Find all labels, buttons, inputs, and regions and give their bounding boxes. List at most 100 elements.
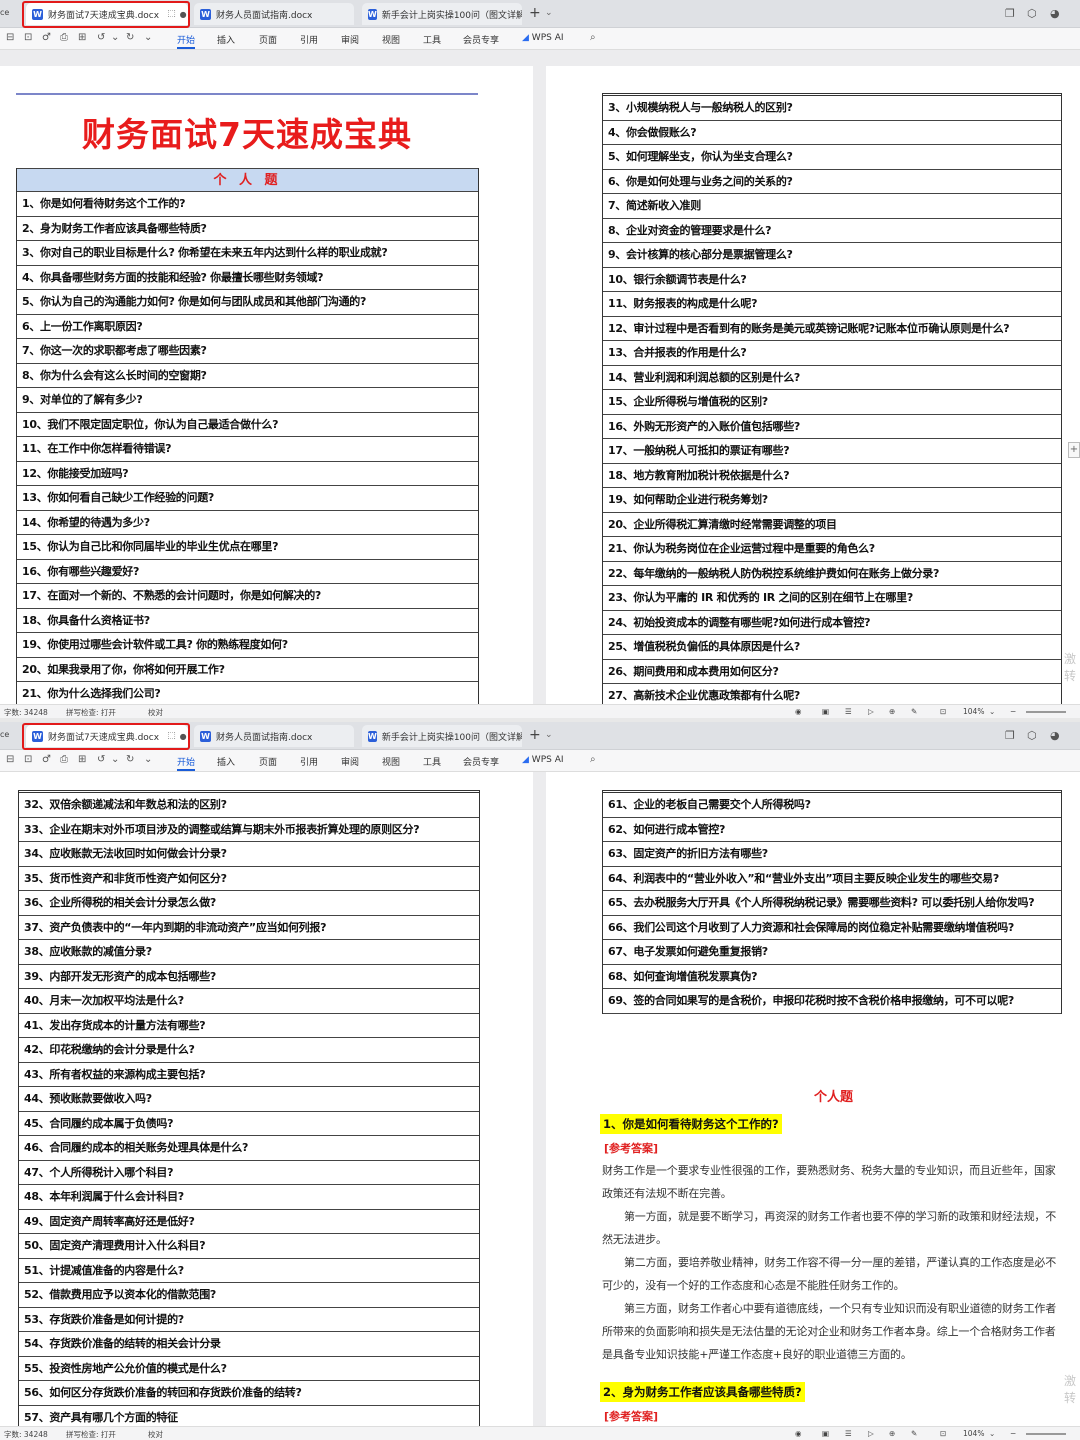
search-icon[interactable]: ⌕ [590,32,596,43]
table-row: 41、发出存货成本的计量方法有哪些? [19,1014,479,1038]
export-icon[interactable]: ♂ [42,754,51,765]
web-view-icon[interactable]: ⊕ [889,1429,895,1438]
tab-active-doc[interactable]: W 财务面试7天速成宝典.docx ⬚ ● [26,725,188,747]
undo-icon[interactable]: ↺ [97,32,105,43]
user-avatar-icon[interactable]: ◕ [1050,729,1060,742]
zoom-out-icon[interactable]: − [1010,707,1016,716]
menu-start[interactable]: 开始 [177,33,196,49]
table-row: 12、你能接受加班吗? [17,462,478,486]
chevron-down-icon[interactable]: ⌄ [545,730,553,740]
menu-member[interactable]: 会员专享 [463,33,499,46]
menu-reference[interactable]: 引用 [300,755,318,768]
settings-cube-icon[interactable]: ⬡ [1027,7,1037,20]
zoom-slider[interactable] [1026,1433,1066,1435]
save-icon[interactable]: ⊡ [24,754,32,765]
menu-review[interactable]: 审阅 [341,33,359,46]
restore-window-icon[interactable]: ❐ [1005,7,1015,20]
tab-doc-2[interactable]: W 财务人员面试指南.docx [194,3,354,25]
menu-view[interactable]: 视图 [382,755,400,768]
zoom-slider[interactable] [1026,711,1066,713]
redo-icon[interactable]: ↻ [126,32,134,43]
word-doc-icon: W [368,730,377,742]
proofread-status[interactable]: 校对 [148,1429,163,1440]
proofread-status[interactable]: 校对 [148,707,163,718]
undo-icon[interactable]: ↺ [97,754,105,765]
eye-protect-icon[interactable]: ◉ [795,1429,802,1438]
play-icon[interactable]: ▷ [868,707,874,716]
watermark: 激 转 [1064,1374,1077,1405]
wps-ai-button[interactable]: ◢ WPS AI [522,33,564,43]
watermark: 激 转 [1064,652,1077,683]
outline-view-icon[interactable]: ☰ [845,707,852,716]
chevron-down-icon[interactable]: ⌄ [545,8,553,18]
eye-protect-icon[interactable]: ◉ [795,707,802,716]
table-row: 5、如何理解坐支，你认为坐支合理么? [603,145,1061,170]
table-row: 52、借款费用应予以资本化的借款范围? [19,1283,479,1308]
tab-doc-3[interactable]: W 新手会计上岗实操100问（图文详解） [362,725,522,747]
search-icon[interactable]: ⌕ [590,754,596,765]
menu-page[interactable]: 页面 [259,755,277,768]
web-view-icon[interactable]: ⊕ [889,707,895,716]
tab-doc-3[interactable]: W 新手会计上岗实操100问（图文详解） [362,3,522,25]
menu-insert[interactable]: 插入 [217,755,235,768]
menu-insert[interactable]: 插入 [217,33,235,46]
menu-review[interactable]: 审阅 [341,755,359,768]
menu-view[interactable]: 视图 [382,33,400,46]
undo-dropdown-icon[interactable]: ⌄ [111,32,119,43]
more-dropdown-icon[interactable]: ⌄ [144,754,152,765]
table-row: 12、审计过程中是否看到有的账务是美元或英镑记账呢?记账本位币确认原则是什么? [603,317,1061,341]
more-dropdown-icon[interactable]: ⌄ [144,32,152,43]
table-row: 26、期间费用和成本费用如何区分? [603,660,1061,684]
fit-page-icon[interactable]: ⊡ [940,1429,946,1438]
menu-page[interactable]: 页面 [259,33,277,46]
print-icon[interactable]: ⎙ [60,32,68,43]
outline-view-icon[interactable]: ☰ [845,1429,852,1438]
menu-file-icon[interactable]: ⊟ [6,32,14,43]
spell-check-status[interactable]: 拼写检查: 打开 [66,707,116,718]
play-icon[interactable]: ▷ [868,1429,874,1438]
zoom-out-icon[interactable]: − [1010,1429,1016,1438]
table-row: 44、预收账款要做收入吗? [19,1087,479,1112]
print-icon[interactable]: ⎙ [60,754,68,765]
undo-dropdown-icon[interactable]: ⌄ [111,754,119,765]
wps-ai-button[interactable]: ◢ WPS AI [522,755,564,765]
expand-side-icon[interactable]: + [1068,442,1080,458]
restore-window-icon[interactable]: ❐ [1005,729,1015,742]
preview-icon[interactable]: ⊞ [78,754,86,765]
page-view-icon[interactable]: ▣ [822,1429,829,1438]
table-row: 14、你希望的待遇为多少? [17,511,478,535]
pen-icon[interactable]: ✎ [911,1429,917,1438]
preview-icon[interactable]: ⊞ [78,32,86,43]
table-row: 3、你对自己的职业目标是什么? 你希望在未来五年内达到什么样的职业成就? [17,241,478,266]
table-row: 64、利润表中的“营业外收入”和“营业外支出”项目主要反映企业发生的哪些交易? [603,867,1061,891]
export-icon[interactable]: ♂ [42,32,51,43]
spell-check-status[interactable]: 拼写检查: 打开 [66,1429,116,1440]
menu-member[interactable]: 会员专享 [463,755,499,768]
menu-tools[interactable]: 工具 [423,755,441,768]
zoom-menu-icon[interactable]: ⌄ [989,1429,995,1438]
new-tab-plus-icon[interactable]: + [529,5,541,21]
settings-cube-icon[interactable]: ⬡ [1027,729,1037,742]
pen-icon[interactable]: ✎ [911,707,917,716]
redo-icon[interactable]: ↻ [126,754,134,765]
save-icon[interactable]: ⊡ [24,32,32,43]
menu-file-icon[interactable]: ⊟ [6,754,14,765]
document-area: 32、双倍余额递减法和年数总和法的区别? 33、企业在期末对外币项目涉及的调整或结… [0,772,1080,1426]
answer-label: [参考答案] [604,1142,659,1155]
tab-doc-2[interactable]: W 财务人员面试指南.docx [194,725,354,747]
menu-reference[interactable]: 引用 [300,33,318,46]
table-row: 67、电子发票如何避免重复报销? [603,940,1061,965]
table-row: 20、企业所得税汇算清缴时经常需要调整的项目 [603,513,1061,537]
table-row: 5、你认为自己的沟通能力如何? 你是如何与团队成员和其他部门沟通的? [17,290,478,315]
zoom-menu-icon[interactable]: ⌄ [989,707,995,716]
new-tab-plus-icon[interactable]: + [529,727,541,743]
menu-start[interactable]: 开始 [177,755,196,771]
table-row: 7、简述新收入准则 [603,194,1061,219]
user-avatar-icon[interactable]: ◕ [1050,7,1060,20]
page-view-icon[interactable]: ▣ [822,707,829,716]
tab-active-doc[interactable]: W 财务面试7天速成宝典.docx ⬚ ● [26,3,188,25]
menu-tools[interactable]: 工具 [423,33,441,46]
tab-label: 财务人员面试指南.docx [216,732,313,743]
question-rows: 61、企业的老板自己需要交个人所得税吗? 62、如何进行成本管控? 63、固定资产的… [603,793,1061,1014]
fit-page-icon[interactable]: ⊡ [940,707,946,716]
